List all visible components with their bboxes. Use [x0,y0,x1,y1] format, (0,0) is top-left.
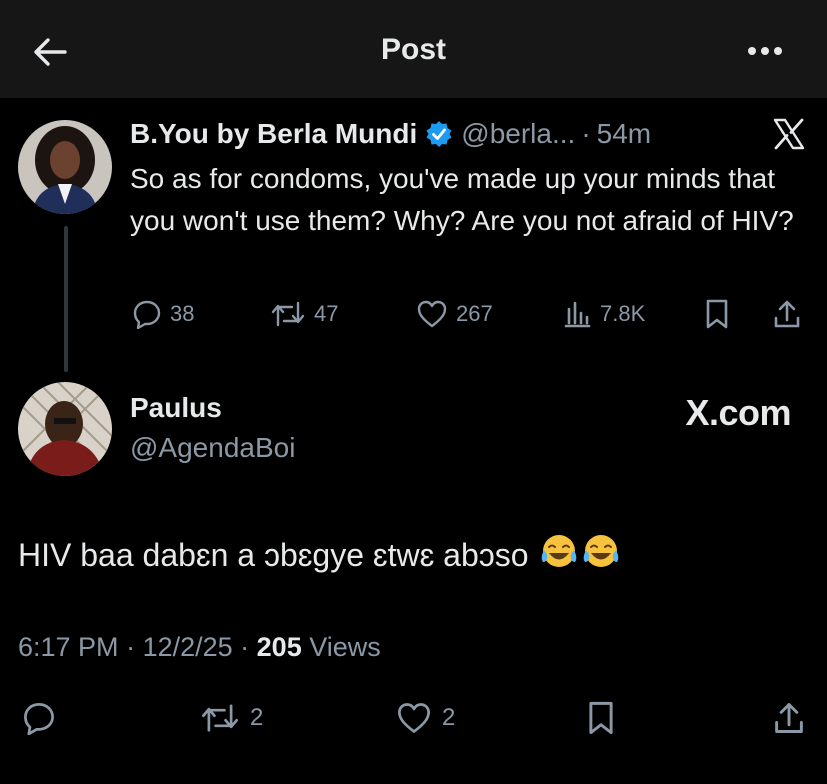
quoted-time[interactable]: 54m [597,118,651,150]
meta-separator: · [118,632,143,662]
like-icon [417,300,447,328]
quoted-like-count: 267 [456,301,493,326]
page-title: Post [380,33,446,66]
repost-button[interactable]: 2 [200,696,263,740]
post-views-count: 205 [256,632,302,662]
quoted-repost-count: 47 [314,301,339,326]
share-button[interactable] [772,696,816,740]
bookmark-icon [706,299,728,329]
reply-icon [24,703,54,735]
post-views-label: Views [301,632,381,662]
quoted-header: B.You by Berla Mundi @berla... · 54m [130,114,807,154]
post-time[interactable]: 6:17 PM [18,632,119,662]
quoted-reply-count: 38 [170,301,195,326]
post-action-bar: 2 2 [0,696,827,740]
quoted-author-handle[interactable]: @berla... [461,118,575,150]
quoted-author-name[interactable]: B.You by Berla Mundi [130,118,417,150]
post-author-handle[interactable]: @AgendaBoi [130,432,295,464]
quoted-bookmark-button[interactable] [704,294,738,334]
quoted-like-button[interactable]: 267 [416,294,493,334]
meta-separator: · [232,632,257,662]
post-date[interactable]: 12/2/25 [143,632,233,662]
bookmark-button[interactable] [586,696,626,740]
share-icon [774,300,800,328]
more-icon [748,47,782,55]
post-text: HIV baa dabɛn a ɔbɛgye ɛtwɛ abɔso [18,537,529,573]
post-meta: 6:17 PM · 12/2/25 · 205 Views [18,632,381,663]
separator-dot: · [581,118,591,149]
x-com-watermark: X.com [685,392,791,433]
tears-of-joy-emoji [539,532,579,580]
share-icon [775,703,803,733]
verified-badge-icon [425,120,453,148]
repost-icon [202,704,239,732]
like-count: 2 [442,704,456,731]
like-button[interactable]: 2 [396,696,455,740]
like-icon [398,703,430,733]
quoted-views-count: 7.8K [600,301,646,326]
quoted-reply-button[interactable]: 38 [132,294,194,334]
post-author-name[interactable]: Paulus [130,392,222,424]
quoted-tweet-text: So as for condoms, you've made up your m… [130,163,794,236]
repost-icon [271,301,305,327]
top-bar: Post [0,0,827,98]
repost-count: 2 [250,704,264,731]
quoted-action-bar: 38 47 267 7.8K [130,294,810,334]
avatar-berla[interactable] [18,120,112,214]
quoted-share-button[interactable] [772,294,810,334]
quoted-repost-button[interactable]: 47 [270,294,338,334]
bookmark-icon [589,701,613,735]
thread-line [64,226,68,372]
reply-icon [133,300,161,329]
post-text-container: HIV baa dabɛn a ɔbɛgye ɛtwɛ abɔso [18,532,621,580]
x-logo-icon [773,118,805,150]
views-icon [564,301,591,328]
reply-button[interactable] [22,696,66,740]
avatar-paulus[interactable] [18,382,112,476]
tears-of-joy-emoji [581,532,621,580]
more-options-button[interactable] [743,34,787,68]
quoted-views-button[interactable]: 7.8K [562,294,645,334]
